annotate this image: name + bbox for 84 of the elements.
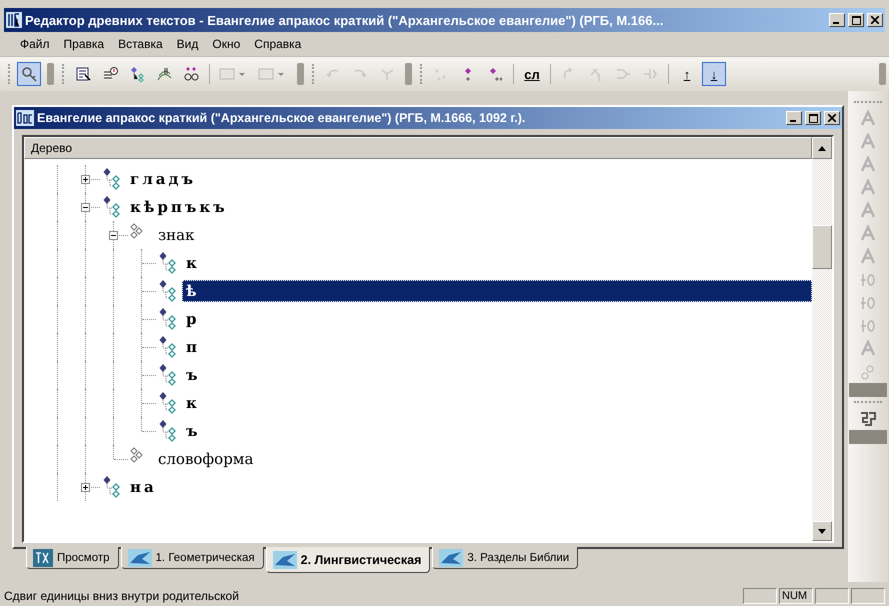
- menu-item[interactable]: Вставка: [112, 35, 169, 53]
- collapse-button[interactable]: [109, 231, 118, 240]
- letter-icon: [859, 202, 877, 220]
- tree-item[interactable]: п: [182, 336, 204, 358]
- tree-item[interactable]: словоформа: [154, 448, 258, 470]
- status-indicator: NUM: [779, 588, 813, 604]
- close-button[interactable]: [867, 13, 883, 27]
- toolbar-handle[interactable]: [879, 63, 886, 85]
- tab[interactable]: 3. Разделы Библии: [432, 547, 578, 569]
- tree-item[interactable]: гладъ: [126, 168, 200, 190]
- menu-item[interactable]: Вид: [170, 35, 204, 53]
- close-button[interactable]: [824, 111, 840, 125]
- letter-icon: [859, 132, 877, 150]
- app-icon: [6, 12, 22, 28]
- scroll-thumb[interactable]: [812, 225, 832, 269]
- letter-icon: [859, 224, 877, 242]
- scroll-down-button[interactable]: [812, 521, 832, 541]
- key-icon: [21, 66, 37, 82]
- maximize-icon: [852, 16, 860, 24]
- collapse-button[interactable]: [81, 203, 90, 212]
- toolbar-handle[interactable]: [47, 63, 54, 85]
- menu-item[interactable]: Файл: [14, 35, 56, 53]
- letter-icon: [859, 340, 877, 358]
- letter-icon: [859, 178, 877, 196]
- tree-item[interactable]: ъ: [182, 420, 205, 442]
- diamonds-glasses-icon: [183, 66, 199, 82]
- tab[interactable]: 1. Геометрическая: [120, 547, 264, 569]
- toolbar-button[interactable]: сл: [520, 62, 544, 86]
- letter-icon: [859, 110, 877, 128]
- up-arrow-icon: [818, 146, 826, 150]
- letter-icon: [859, 248, 877, 266]
- menu-item[interactable]: Правка: [58, 35, 110, 53]
- minus-icon: [82, 204, 89, 211]
- document-icon: [16, 110, 34, 126]
- tree-item[interactable]: ѣ: [182, 280, 812, 302]
- overflow-button[interactable]: [849, 383, 887, 397]
- close-icon: [871, 16, 879, 24]
- diamond-tree-icon: [129, 66, 145, 82]
- tab[interactable]: 2. Лингвистическая: [266, 547, 430, 573]
- menu-item[interactable]: Окно: [206, 35, 246, 53]
- down-arrow-icon: [818, 528, 826, 534]
- status-panel: [743, 588, 777, 604]
- minimize-button[interactable]: [829, 13, 845, 27]
- status-panel: [851, 588, 885, 604]
- maximize-icon: [808, 114, 818, 122]
- tree-item[interactable]: кѣрпъкъ: [126, 196, 232, 218]
- tree-item[interactable]: к: [182, 392, 204, 414]
- expand-button[interactable]: [81, 175, 90, 184]
- status-message: Сдвиг единицы вниз внутри родительской: [4, 589, 240, 603]
- tree-item[interactable]: знак: [154, 224, 198, 246]
- minus-icon: [110, 232, 117, 239]
- structure-icon: [859, 410, 877, 428]
- tree-item[interactable]: р: [182, 308, 204, 330]
- window-title: Редактор древних текстов - Евангелие апракос краткий ("Архангельское евангелие") (РГБ, М.166...: [25, 12, 664, 28]
- letter-icon: [859, 156, 877, 174]
- status-panel: [815, 588, 849, 604]
- key-button[interactable]: [17, 62, 41, 86]
- scroll-up-button[interactable]: [812, 137, 832, 159]
- tree-item[interactable]: ъ: [182, 364, 205, 386]
- document-title: Евангелие апракос краткий ("Архангельское евангелие") (РГБ, М.1666, 1092 г.).: [37, 111, 526, 125]
- text-view-icon: [33, 548, 53, 566]
- expand-button[interactable]: [81, 483, 90, 492]
- diagram-icon: [439, 548, 464, 566]
- maximize-button[interactable]: [848, 13, 864, 27]
- toolbar-button[interactable]: ↑: [675, 62, 699, 86]
- form-icon: [75, 66, 91, 82]
- tree-header: Дерево: [24, 137, 812, 159]
- diagram-icon: [128, 548, 152, 566]
- close-icon: [828, 114, 836, 122]
- maximize-button[interactable]: [805, 111, 821, 125]
- dictionary-icon: [156, 66, 172, 82]
- split-icon: [642, 66, 658, 82]
- plus-icon: [82, 176, 89, 183]
- diagram-icon: [272, 550, 297, 568]
- tab[interactable]: Просмотр: [26, 547, 119, 569]
- plus-icon: [82, 484, 89, 491]
- toolbar-handle[interactable]: [297, 63, 304, 85]
- menu-item[interactable]: Справка: [248, 35, 308, 53]
- tree-item[interactable]: на: [126, 476, 161, 498]
- toolbar-handle[interactable]: [405, 63, 412, 85]
- tree-item[interactable]: к: [182, 252, 204, 274]
- toolbar-button[interactable]: ↓: [702, 62, 726, 86]
- diamonds-icon: [433, 66, 449, 82]
- minimize-button[interactable]: [786, 111, 802, 125]
